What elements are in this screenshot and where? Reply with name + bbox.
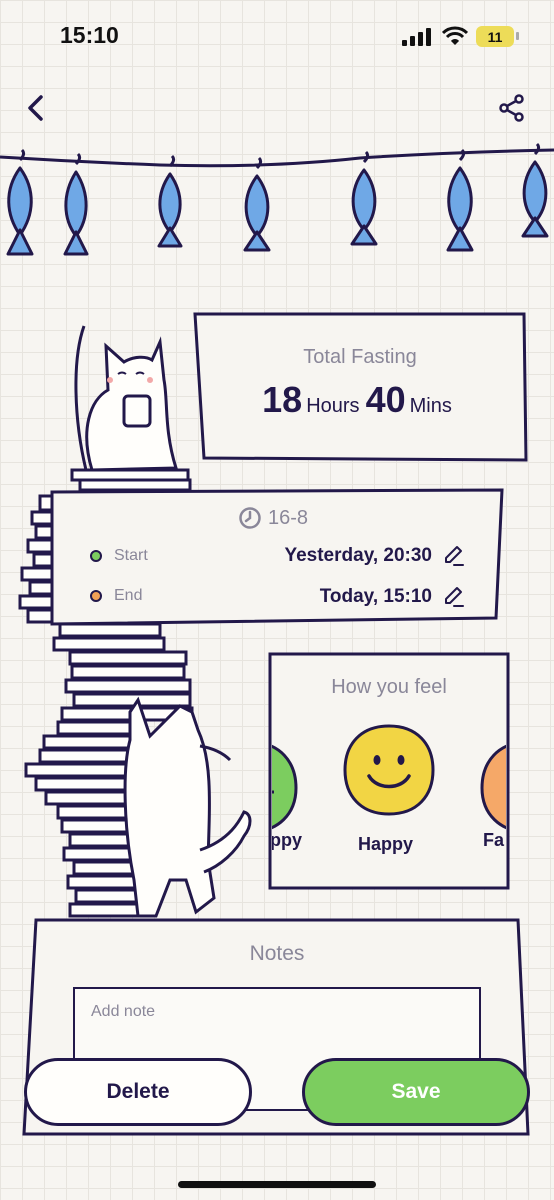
total-fasting-value: 18 Hours 40 Mins bbox=[210, 379, 510, 421]
share-icon bbox=[499, 94, 524, 122]
edit-end-button[interactable] bbox=[442, 585, 466, 609]
wifi-icon bbox=[442, 26, 468, 45]
mood-label-selected: Happy bbox=[358, 834, 414, 854]
share-button[interactable] bbox=[492, 88, 532, 128]
chevron-left-icon bbox=[28, 95, 43, 121]
minutes-value: 40 bbox=[365, 379, 406, 420]
feel-title: How you feel bbox=[331, 676, 447, 698]
delete-button[interactable]: Delete bbox=[24, 1058, 252, 1126]
mood-face-icon[interactable] bbox=[272, 736, 300, 836]
start-time-value: Yesterday, 20:30 bbox=[284, 545, 432, 566]
hours-unit: Hours bbox=[306, 395, 360, 417]
signal-icon bbox=[402, 28, 431, 46]
home-indicator bbox=[178, 1181, 376, 1188]
notes-title: Notes bbox=[249, 942, 305, 965]
sitting-cat bbox=[70, 325, 192, 492]
pencil-icon bbox=[445, 587, 464, 607]
mood-carousel[interactable]: ppy Happy Fa bbox=[272, 716, 506, 886]
end-dot bbox=[90, 590, 102, 602]
climbing-cat bbox=[123, 696, 252, 918]
back-button[interactable] bbox=[16, 88, 56, 128]
battery-icon: 11 bbox=[476, 26, 514, 47]
pencil-icon bbox=[445, 546, 464, 566]
total-fasting-label: Total Fasting bbox=[303, 346, 417, 368]
battery-tip bbox=[516, 32, 519, 40]
minutes-unit: Mins bbox=[409, 395, 452, 417]
end-label: End bbox=[114, 587, 143, 604]
happy-face-icon[interactable] bbox=[341, 722, 437, 818]
start-dot bbox=[90, 550, 102, 562]
start-label: Start bbox=[114, 547, 148, 564]
fasting-plan[interactable]: 16-8 bbox=[238, 506, 308, 530]
status-time: 15:10 bbox=[60, 22, 119, 48]
total-fasting-card: Total Fasting 18 Hours 40 Mins bbox=[210, 320, 510, 421]
save-button[interactable]: Save bbox=[302, 1058, 530, 1126]
clock-icon bbox=[239, 507, 261, 529]
status-icons: 11 bbox=[402, 24, 520, 50]
mood-label: Fa bbox=[483, 830, 505, 850]
mood-label: ppy bbox=[272, 830, 303, 850]
end-time-value: Today, 15:10 bbox=[319, 586, 432, 607]
plan-name-label: 16-8 bbox=[268, 506, 309, 529]
edit-start-button[interactable] bbox=[442, 544, 466, 568]
hours-value: 18 bbox=[262, 379, 303, 420]
mood-face-icon[interactable] bbox=[478, 736, 506, 836]
